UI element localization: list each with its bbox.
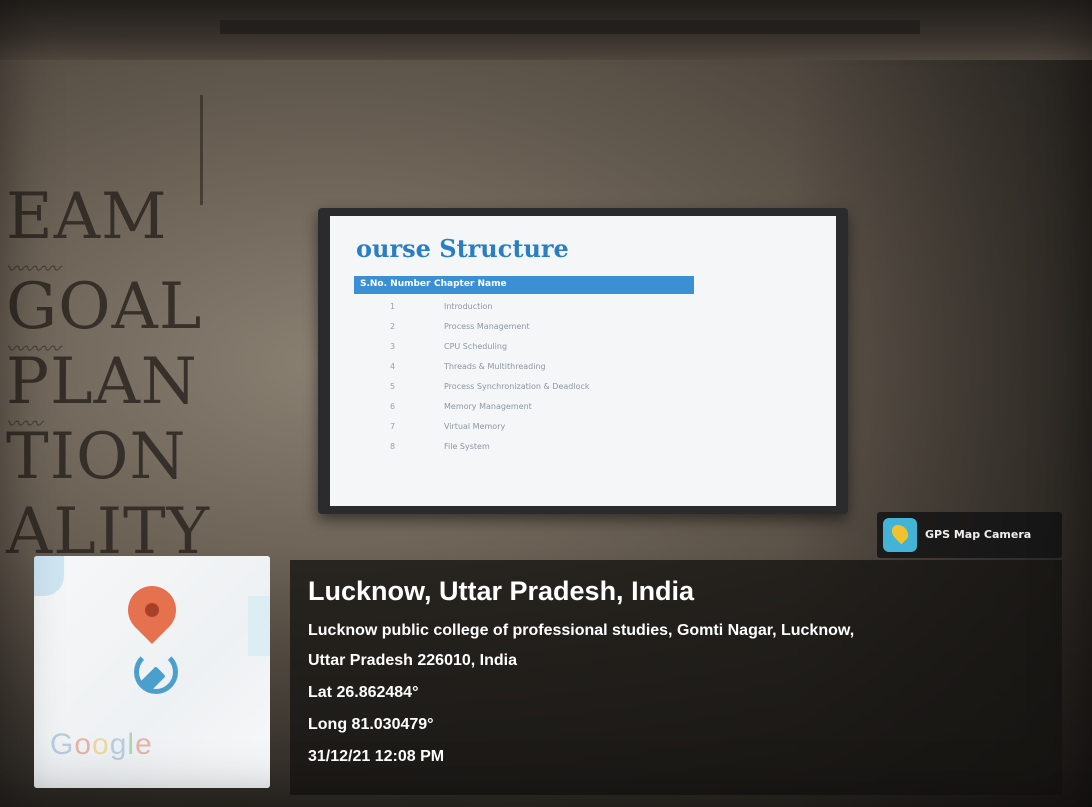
address-line-2: Uttar Pradesh 226010, India (308, 652, 517, 669)
table-row: 7 Virtual Memory (354, 418, 694, 438)
header-number: S.No. Number (360, 279, 431, 289)
datetime-stamp: 31/12/21 12:08 PM (308, 748, 445, 765)
map-pin-icon (883, 518, 917, 552)
latitude: Lat 26.862484° (308, 684, 419, 701)
row-number: 7 (390, 422, 396, 431)
photo-scene: EAM 〰〰〰 GOAL 〰〰〰 PLAN 〰〰 TION ALITY ours… (0, 0, 1092, 807)
mural-word: TION (6, 420, 187, 494)
wall-mural: EAM 〰〰〰 GOAL 〰〰〰 PLAN 〰〰 TION ALITY (0, 110, 230, 570)
google-logo: Google (50, 728, 153, 761)
mural-word: PLAN (6, 345, 198, 419)
table-row: 2 Process Management (354, 318, 694, 338)
row-number: 5 (390, 382, 396, 391)
location-title: Lucknow, Uttar Pradesh, India (308, 576, 695, 606)
row-chapter: Introduction (444, 302, 493, 311)
map-water (248, 596, 270, 656)
table-row: 8 File System (354, 438, 694, 458)
header-chapter: Chapter Name (434, 279, 507, 289)
row-chapter: Virtual Memory (444, 422, 506, 431)
row-number: 3 (390, 342, 396, 351)
row-number: 6 (390, 402, 396, 411)
slide-display: ourse Structure S.No. Number Chapter Nam… (330, 216, 836, 506)
row-chapter: CPU Scheduling (444, 342, 508, 351)
table-row: 5 Process Synchronization & Deadlock (354, 378, 694, 398)
slide-title: ourse Structure (356, 234, 569, 263)
gps-app-label: GPS Map Camera (925, 528, 1032, 541)
row-number: 8 (390, 442, 396, 451)
location-overlay: Lucknow, Uttar Pradesh, India Lucknow pu… (290, 560, 1062, 795)
row-chapter: Threads & Multithreading (444, 362, 546, 371)
longitude: Long 81.030479° (308, 716, 434, 733)
table-header: S.No. Number Chapter Name (354, 276, 694, 294)
row-chapter: Process Management (444, 322, 530, 331)
row-number: 1 (390, 302, 396, 311)
table-row: 1 Introduction (354, 298, 694, 318)
chapter-table: 1 Introduction 2 Process Management 3 CPU S… (354, 298, 694, 458)
address-line-1: Lucknow public college of professional s… (308, 622, 855, 639)
wall-lamp (200, 95, 223, 205)
table-row: 4 Threads & Multithreading (354, 358, 694, 378)
table-row: 6 Memory Management (354, 398, 694, 418)
gps-map-camera-badge: GPS Map Camera (877, 512, 1062, 558)
mural-word: GOAL (6, 270, 203, 344)
tv-screen: ourse Structure S.No. Number Chapter Nam… (318, 208, 848, 514)
row-number: 4 (390, 362, 396, 371)
table-row: 3 CPU Scheduling (354, 338, 694, 358)
ceiling-beam (220, 20, 920, 34)
row-chapter: Process Synchronization & Deadlock (444, 382, 590, 391)
mural-word: EAM (6, 180, 168, 254)
row-chapter: Memory Management (444, 402, 532, 411)
row-chapter: File System (444, 442, 490, 451)
map-thumbnail: Google (34, 556, 270, 788)
row-number: 2 (390, 322, 396, 331)
